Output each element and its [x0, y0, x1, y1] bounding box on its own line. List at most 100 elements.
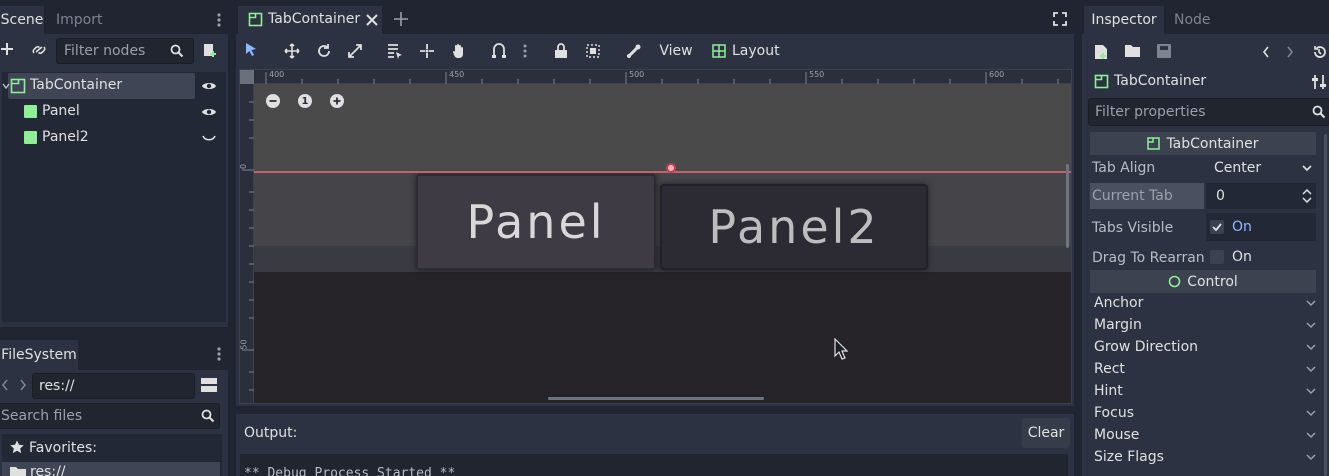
section-control[interactable]: Control [1090, 270, 1316, 293]
group-icon[interactable] [585, 43, 601, 59]
close-icon[interactable] [366, 14, 378, 26]
tab-node[interactable]: Node [1174, 6, 1214, 34]
back-arrow-icon[interactable] [0, 378, 10, 392]
vertical-ruler: 0 50 [239, 84, 254, 403]
path-input[interactable]: res:// [32, 373, 195, 399]
pivot-handle[interactable] [666, 163, 676, 173]
lock-icon[interactable] [554, 43, 568, 59]
rotate-mode-icon[interactable] [316, 43, 332, 59]
history-icon[interactable] [1312, 45, 1326, 59]
tree-row-panel[interactable]: Panel [8, 99, 198, 125]
category-size-flags[interactable]: Size Flags [1090, 446, 1324, 468]
tab-inspector[interactable]: Inspector [1084, 6, 1164, 34]
prop-tabs-visible-label: Tabs Visible [1092, 213, 1204, 243]
drag-rearrange-value: On [1232, 249, 1252, 265]
section-control-label: Control [1187, 273, 1238, 290]
current-tab-spinbox[interactable]: 0 [1206, 183, 1316, 209]
move-mode-icon[interactable] [284, 43, 300, 59]
spinner-arrows-icon[interactable] [1302, 189, 1312, 203]
category-margin[interactable]: Margin [1090, 314, 1324, 336]
category-label: Margin [1094, 317, 1142, 333]
category-focus[interactable]: Focus [1090, 402, 1324, 424]
category-label: Anchor [1094, 295, 1144, 311]
ruler-label: 550 [809, 70, 825, 79]
viewport-tab-panel-label: Panel [466, 195, 606, 249]
viewport[interactable]: 400 450 500 550 600 0 50 Panel Panel2 1 [239, 69, 1072, 404]
object-properties-icon[interactable] [1312, 74, 1326, 90]
tab-import[interactable]: Import [56, 6, 106, 34]
filesystem-tabbar: FileSystem [0, 336, 228, 370]
pan-hand-icon[interactable] [451, 43, 467, 59]
snap-icon[interactable] [491, 43, 507, 59]
category-grow-direction[interactable]: Grow Direction [1090, 336, 1324, 358]
horizontal-scrollbar[interactable] [548, 397, 764, 400]
tree-row-panel2[interactable]: Panel2 [8, 125, 198, 151]
clear-button[interactable]: Clear [1022, 418, 1070, 448]
open-folder-icon[interactable] [1125, 44, 1141, 58]
tree-row-tabcontainer[interactable]: TabContainer [2, 73, 195, 99]
inspector-node-name: TabContainer [1114, 73, 1207, 89]
zoom-out-icon[interactable] [266, 94, 280, 108]
history-forward-icon[interactable] [1285, 45, 1295, 59]
zoom-reset-button[interactable]: 1 [298, 94, 312, 108]
tab-scene[interactable]: Scene [0, 6, 44, 34]
filter-nodes-placeholder: Filter nodes [64, 43, 146, 59]
skeleton-bone-icon[interactable] [626, 43, 642, 59]
layout-grid-icon [712, 44, 726, 58]
add-scene-tab-icon[interactable] [394, 12, 408, 26]
view-menu[interactable]: View [656, 40, 696, 62]
drag-rearrange-checkbox[interactable]: On [1206, 243, 1316, 271]
list-select-icon[interactable] [387, 43, 403, 59]
category-anchor[interactable]: Anchor [1090, 292, 1324, 314]
zoom-in-icon[interactable] [330, 94, 344, 108]
view-menu-label: View [659, 43, 693, 59]
add-node-icon[interactable] [0, 42, 14, 56]
tabcontainer-node-icon [1094, 74, 1109, 89]
tab-align-select[interactable]: Center [1206, 154, 1316, 182]
ruler-label: 50 [239, 339, 249, 350]
visibility-eye-icon[interactable] [201, 106, 217, 118]
clear-button-label: Clear [1027, 425, 1065, 441]
category-hint[interactable]: Hint [1090, 380, 1324, 402]
save-icon[interactable] [1157, 44, 1171, 58]
select-mode-icon[interactable] [244, 42, 258, 58]
split-view-icon[interactable] [201, 378, 217, 392]
forward-arrow-icon[interactable] [18, 378, 28, 392]
viewport-tab-panel[interactable]: Panel [416, 174, 656, 270]
inspector-scrollbar[interactable] [1324, 134, 1327, 476]
tab-filesystem[interactable]: FileSystem [0, 340, 78, 370]
path-value: res:// [39, 378, 75, 394]
viewport-tab-panel2[interactable]: Panel2 [660, 184, 928, 270]
section-tabcontainer[interactable]: TabContainer [1090, 132, 1316, 155]
ruler-label: 450 [449, 70, 465, 79]
visibility-closed-eye-icon[interactable] [201, 134, 217, 144]
scene-dock: Filter nodes TabContainer Panel Panel2 [0, 34, 228, 327]
tabs-visible-checkbox[interactable]: On [1206, 213, 1316, 241]
new-resource-icon[interactable] [1094, 44, 1108, 60]
scale-mode-icon[interactable] [347, 43, 363, 59]
snap-options-icon[interactable] [522, 43, 528, 59]
scene-tab-tabcontainer[interactable]: TabContainer [238, 6, 382, 34]
output-log: ** Debug Process Started ** [240, 454, 1068, 476]
layout-menu[interactable]: Layout [712, 40, 782, 62]
chevron-down-icon [1306, 410, 1316, 417]
category-mouse[interactable]: Mouse [1090, 424, 1324, 446]
pivot-icon[interactable] [419, 43, 435, 59]
script-attach-icon[interactable] [202, 42, 218, 58]
history-back-icon[interactable] [1261, 45, 1271, 59]
dock-menu-icon[interactable] [214, 12, 224, 28]
filter-properties-input[interactable]: Filter properties [1088, 98, 1329, 126]
output-log-line: ** Debug Process Started ** [244, 466, 456, 476]
tab-filesystem-label: FileSystem [1, 347, 77, 363]
dock-menu-icon[interactable] [214, 346, 224, 362]
ruler-label: 500 [629, 70, 645, 79]
file-row-res[interactable]: res:// [2, 462, 220, 476]
vertical-scrollbar[interactable] [1066, 164, 1069, 248]
instance-link-icon[interactable] [31, 43, 47, 57]
collapse-arrow-icon[interactable] [2, 81, 10, 91]
category-rect[interactable]: Rect [1090, 358, 1324, 380]
distraction-free-icon[interactable] [1053, 12, 1067, 26]
canvas-gray-area [254, 84, 1071, 171]
search-files-input[interactable]: Search files [0, 403, 220, 429]
visibility-eye-icon[interactable] [201, 80, 217, 92]
